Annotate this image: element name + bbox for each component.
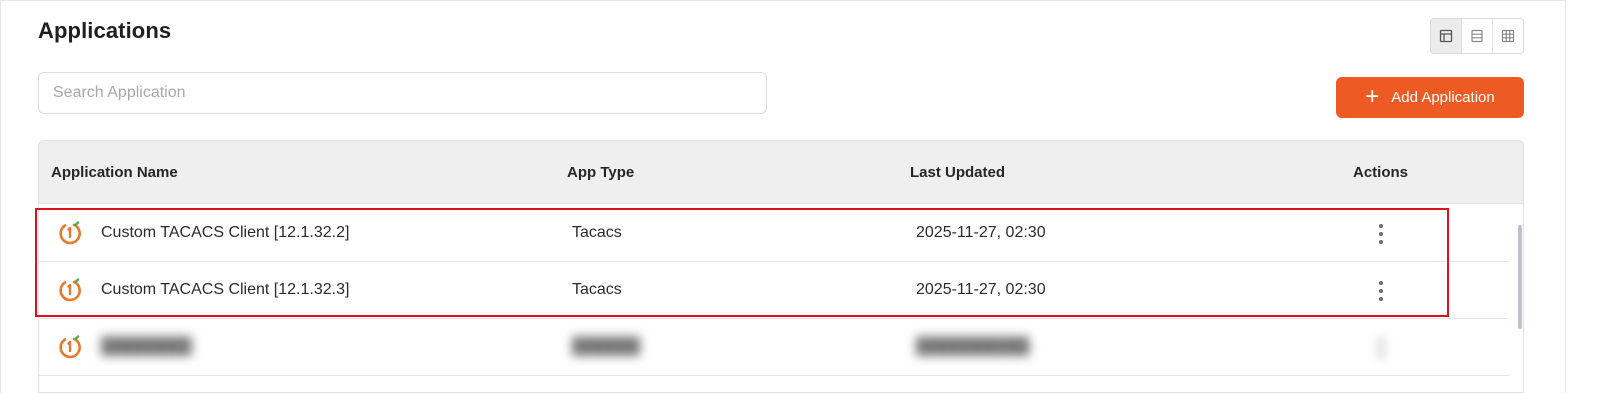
table-layout-icon bbox=[1439, 29, 1453, 43]
plus-icon: + bbox=[1365, 82, 1380, 110]
list-view-button[interactable] bbox=[1462, 19, 1493, 53]
highlight-box bbox=[35, 208, 1449, 317]
table-scrollbar[interactable] bbox=[1518, 225, 1522, 329]
table-header: Application Name App Type Last Updated A… bbox=[39, 141, 1523, 204]
grid-view-button[interactable] bbox=[1493, 19, 1523, 53]
add-application-label: Add Application bbox=[1391, 89, 1495, 106]
header-application-name[interactable]: Application Name bbox=[51, 164, 178, 181]
table-view-button[interactable] bbox=[1431, 19, 1462, 53]
application-name[interactable]: ████████ bbox=[101, 338, 192, 356]
list-layout-icon bbox=[1471, 29, 1483, 43]
header-app-type[interactable]: App Type bbox=[567, 164, 634, 181]
table-row[interactable]: ████████ ██████ ██████████ bbox=[39, 319, 1509, 376]
page-title: Applications bbox=[38, 18, 172, 43]
add-application-button[interactable]: + Add Application bbox=[1336, 77, 1524, 118]
tacacs-app-icon bbox=[59, 335, 81, 359]
grid-layout-icon bbox=[1501, 29, 1515, 43]
row-actions-menu-icon[interactable] bbox=[1373, 336, 1389, 360]
view-toggle bbox=[1430, 18, 1524, 54]
search-input[interactable] bbox=[38, 72, 767, 114]
header-last-updated[interactable]: Last Updated bbox=[910, 164, 1005, 181]
header-actions: Actions bbox=[1353, 164, 1409, 181]
last-updated: ██████████ bbox=[916, 338, 1030, 355]
app-type: ██████ bbox=[572, 338, 641, 355]
